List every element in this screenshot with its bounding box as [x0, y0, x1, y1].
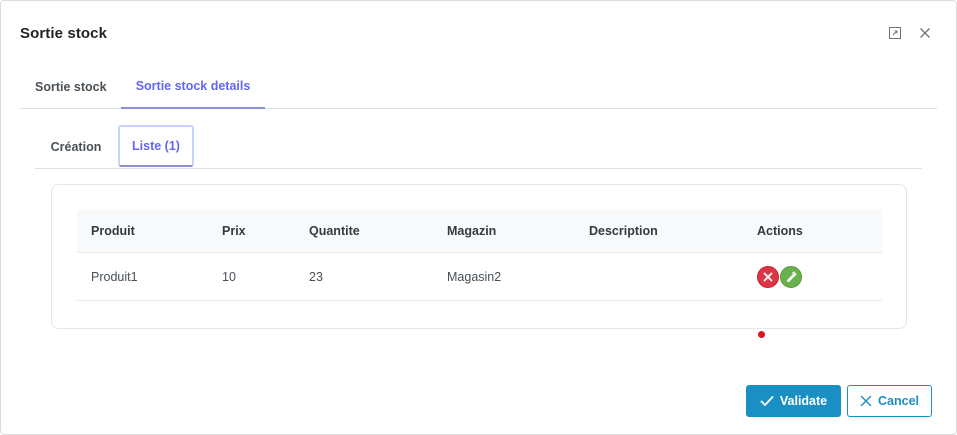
cancel-button[interactable]: Cancel	[847, 385, 932, 417]
table-row: Produit1 10 23 Magasin2	[77, 253, 882, 301]
times-icon	[860, 395, 872, 407]
cell-quantite: 23	[309, 269, 323, 284]
dialog-title: Sortie stock	[20, 25, 108, 42]
indicator-dot	[758, 331, 765, 338]
maximize-icon	[889, 27, 901, 39]
column-header-actions: Actions	[757, 224, 803, 238]
cancel-label: Cancel	[878, 394, 919, 408]
column-header-produit[interactable]: Produit	[91, 210, 135, 252]
tab-creation[interactable]: Création	[35, 125, 117, 169]
close-button[interactable]	[917, 25, 933, 41]
validate-button[interactable]: Validate	[746, 385, 841, 417]
cell-prix: 10	[222, 269, 236, 284]
column-header-magazin[interactable]: Magazin	[447, 210, 496, 252]
pencil-icon	[786, 270, 797, 282]
dialog-header: Sortie stock	[1, 1, 956, 65]
outer-tab-bar: Sortie stock Sortie stock details	[20, 65, 937, 109]
cell-magazin: Magasin2	[447, 269, 502, 284]
table-header-row: Produit Prix Quantite Magazin Descriptio…	[77, 210, 882, 253]
inner-tab-bar: Création Liste (1)	[35, 125, 922, 169]
column-header-description[interactable]: Description	[589, 210, 658, 252]
maximize-button[interactable]	[887, 25, 903, 41]
tab-sortie-stock-details[interactable]: Sortie stock details	[121, 65, 265, 109]
tab-sortie-stock[interactable]: Sortie stock	[20, 65, 120, 109]
dialog: Sortie stock Sortie stock Sortie stock d…	[0, 0, 957, 435]
cell-produit: Produit1	[91, 269, 138, 284]
column-header-quantite[interactable]: Quantite	[309, 210, 360, 252]
cell-actions	[757, 253, 802, 300]
times-icon	[763, 272, 773, 281]
column-header-prix[interactable]: Prix	[222, 210, 246, 252]
close-icon	[920, 28, 930, 38]
data-table: Produit Prix Quantite Magazin Descriptio…	[77, 210, 882, 301]
edit-row-button[interactable]	[780, 265, 802, 288]
check-icon	[760, 396, 774, 406]
tab-liste[interactable]: Liste (1)	[118, 125, 194, 167]
delete-row-button[interactable]	[757, 265, 779, 288]
validate-label: Validate	[779, 394, 828, 408]
list-card: Produit Prix Quantite Magazin Descriptio…	[51, 184, 907, 329]
